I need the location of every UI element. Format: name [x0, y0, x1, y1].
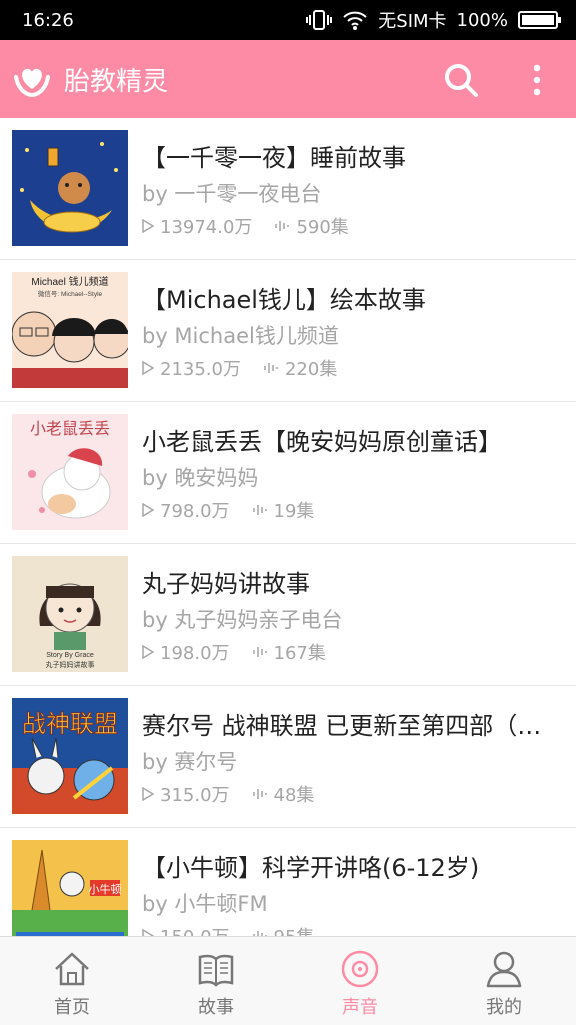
album-list: 【一千零一夜】睡前故事 by 一千零一夜电台 13974.0万 590集 Mic…	[0, 118, 576, 936]
audio-wave-icon	[252, 931, 267, 936]
battery-percent: 100%	[456, 9, 508, 31]
cover-text: 小牛顿	[89, 882, 122, 896]
episode-count: 167集	[273, 643, 326, 664]
album-title: 丸子妈妈讲故事	[142, 570, 310, 598]
album-stats: 2135.0万 220集	[142, 355, 337, 381]
album-title: 【一千零一夜】睡前故事	[142, 144, 406, 172]
play-count-icon	[142, 219, 154, 233]
audio-wave-icon	[252, 505, 267, 515]
tab-story[interactable]: 故事	[144, 937, 288, 1025]
album-stats: 315.0万 48集	[142, 781, 314, 807]
play-count-icon	[142, 361, 154, 375]
episode-count: 220集	[284, 359, 338, 380]
album-title: 赛尔号 战神联盟 已更新至第四部（…	[142, 712, 542, 740]
album-item[interactable]: 小老鼠丢丢 小老鼠丢丢【晚安妈妈原创童话】 by 晚安妈妈 798.0万 19集	[0, 402, 576, 544]
audio-wave-icon	[275, 221, 290, 231]
album-author: by 小牛顿FM	[142, 892, 268, 916]
tab-label: 声音	[342, 997, 378, 1018]
album-item[interactable]: 【一千零一夜】睡前故事 by 一千零一夜电台 13974.0万 590集	[0, 118, 576, 260]
cover-subtext: 丸子妈妈讲故事	[46, 660, 95, 669]
battery-icon	[518, 11, 561, 29]
album-stats: 198.0万 167集	[142, 639, 326, 665]
home-icon	[55, 952, 89, 986]
cover-text: Story By Grace	[46, 652, 94, 659]
audio-wave-icon	[252, 647, 267, 657]
cover-text: 战神联盟	[22, 710, 118, 738]
search-icon[interactable]	[443, 62, 479, 98]
status-bar: 16:26 无SIM卡 100%	[0, 0, 576, 40]
tab-label: 首页	[54, 997, 90, 1018]
tab-mine[interactable]: 我的	[432, 937, 576, 1025]
album-author: by 赛尔号	[142, 750, 238, 774]
heart-hands-logo-icon	[14, 68, 50, 98]
album-stats: 798.0万 19集	[142, 497, 314, 523]
tab-label: 故事	[198, 997, 234, 1018]
album-cover: 小牛顿	[12, 840, 128, 936]
book-icon	[198, 954, 234, 987]
play-count-icon	[142, 645, 154, 659]
album-author: by 晚安妈妈	[142, 466, 259, 490]
album-item[interactable]: 战神联盟 赛尔号 战神联盟 已更新至第四部（… by 赛尔号 315.0万 48…	[0, 686, 576, 828]
wifi-icon	[343, 11, 367, 30]
cover-text: Michael 钱儿频道	[31, 275, 108, 288]
album-item[interactable]: 小牛顿 【小牛顿】科学开讲咯(6-12岁) by 小牛顿FM 150.0万 95…	[0, 828, 576, 936]
play-count: 798.0万	[160, 501, 230, 522]
episode-count: 19集	[273, 501, 315, 522]
status-time: 16:26	[22, 9, 74, 31]
more-vertical-icon[interactable]	[528, 64, 546, 96]
episode-count: 48集	[273, 785, 315, 806]
play-count: 2135.0万	[160, 359, 241, 380]
album-cover: Story By Grace 丸子妈妈讲故事	[12, 556, 128, 672]
play-count-icon	[142, 503, 154, 517]
audio-wave-icon	[252, 789, 267, 799]
album-cover: Michael 钱儿频道 微信号: Michael--Style	[12, 272, 128, 388]
episode-count: 590集	[296, 217, 349, 238]
play-count: 198.0万	[160, 643, 230, 664]
cover-text: 小老鼠丢丢	[30, 419, 110, 438]
app-title: 胎教精灵	[64, 66, 169, 97]
album-author: by Michael钱儿频道	[142, 324, 339, 348]
tab-home[interactable]: 首页	[0, 937, 144, 1025]
tab-label: 我的	[486, 997, 522, 1018]
vibrate-icon	[306, 10, 333, 30]
play-count-icon	[142, 929, 154, 936]
disc-icon	[341, 950, 379, 988]
album-stats: 13974.0万 590集	[142, 213, 349, 239]
app-header: 胎教精灵	[0, 40, 576, 118]
album-stats: 150.0万 95集	[142, 923, 314, 936]
episode-count: 95集	[274, 923, 315, 936]
album-item[interactable]: Story By Grace 丸子妈妈讲故事 丸子妈妈讲故事 by 丸子妈妈亲子…	[0, 544, 576, 686]
album-item[interactable]: Michael 钱儿频道 微信号: Michael--Style 【Michae…	[0, 260, 576, 402]
status-right: 无SIM卡 100%	[306, 7, 562, 33]
sim-status: 无SIM卡	[378, 11, 447, 32]
album-author: by 一千零一夜电台	[142, 182, 322, 206]
tab-sound[interactable]: 声音	[288, 937, 432, 1025]
album-title: 【Michael钱儿】绘本故事	[142, 286, 426, 314]
play-count: 150.0万	[160, 923, 230, 936]
audio-wave-icon	[264, 363, 278, 373]
album-title: 【小牛顿】科学开讲咯(6-12岁)	[142, 854, 480, 882]
play-count: 315.0万	[160, 785, 230, 806]
album-cover: 小老鼠丢丢	[12, 414, 128, 530]
album-cover	[12, 130, 128, 246]
bottom-tab-bar: 首页 故事 声音 我的	[0, 936, 576, 1025]
user-icon	[486, 951, 522, 988]
album-title: 小老鼠丢丢【晚安妈妈原创童话】	[142, 428, 502, 456]
play-count: 13974.0万	[160, 217, 253, 238]
album-author: by 丸子妈妈亲子电台	[142, 608, 343, 632]
play-count-icon	[142, 787, 154, 801]
album-cover: 战神联盟	[12, 698, 128, 814]
cover-subtext: 微信号: Michael--Style	[38, 289, 103, 298]
